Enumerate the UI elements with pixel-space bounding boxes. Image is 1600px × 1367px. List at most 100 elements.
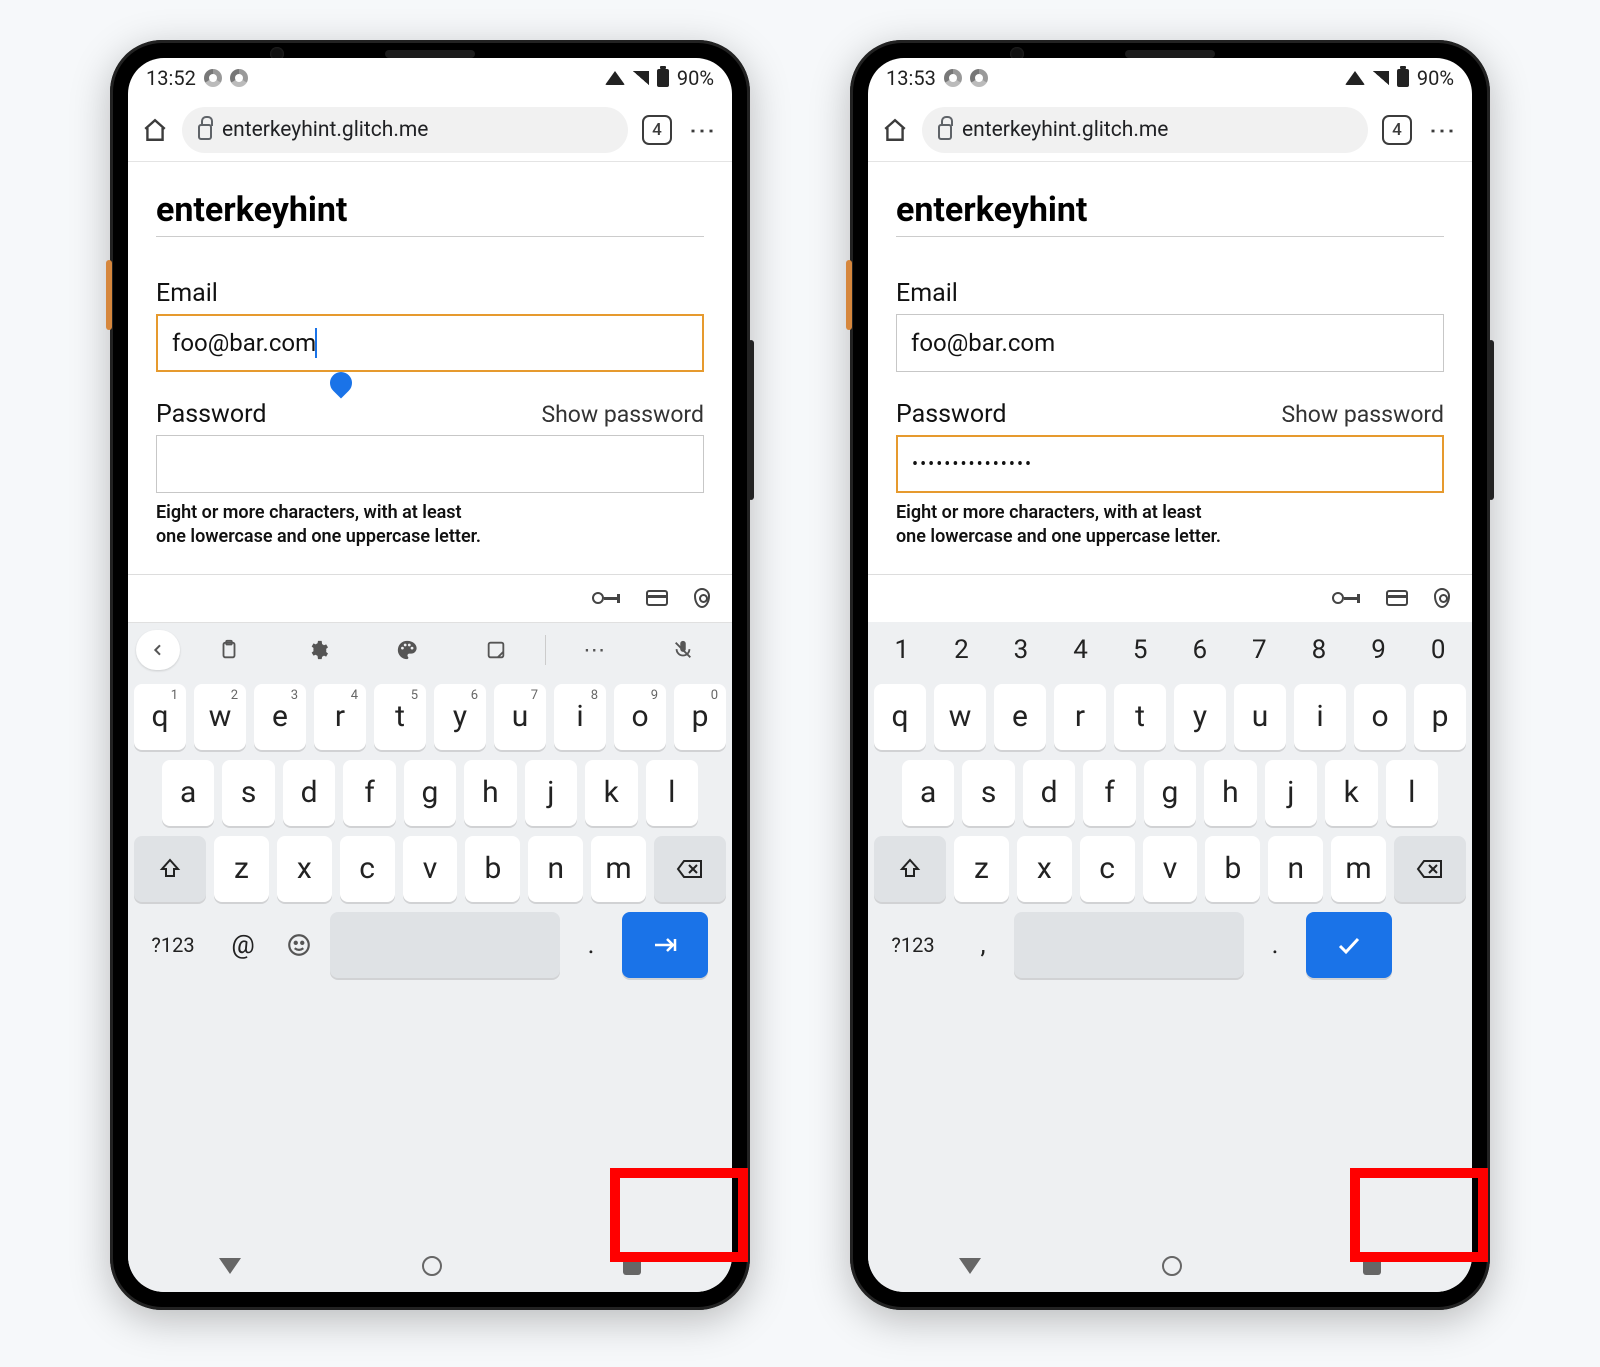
email-input[interactable]: foo@bar.com bbox=[156, 314, 704, 372]
gear-icon[interactable] bbox=[277, 639, 358, 661]
nav-home-icon[interactable] bbox=[422, 1256, 442, 1276]
key-q[interactable]: q bbox=[874, 684, 926, 750]
comma-key[interactable]: , bbox=[958, 912, 1008, 978]
key-l[interactable]: l bbox=[1386, 760, 1438, 826]
password-input[interactable] bbox=[156, 435, 704, 493]
clipboard-icon[interactable] bbox=[188, 639, 269, 661]
key-a[interactable]: a bbox=[162, 760, 214, 826]
key-a[interactable]: a bbox=[902, 760, 954, 826]
numkey-2[interactable]: 2 bbox=[932, 635, 992, 665]
key-n[interactable]: n bbox=[1268, 836, 1323, 902]
key-p[interactable]: p bbox=[1414, 684, 1466, 750]
numkey-3[interactable]: 3 bbox=[991, 635, 1051, 665]
period-key[interactable]: . bbox=[566, 912, 616, 978]
backspace-key[interactable] bbox=[1394, 836, 1466, 902]
key-e[interactable]: e bbox=[994, 684, 1046, 750]
email-input[interactable]: foo@bar.com bbox=[896, 314, 1444, 372]
key-o[interactable]: o bbox=[1354, 684, 1406, 750]
key-x[interactable]: x bbox=[277, 836, 332, 902]
palette-icon[interactable] bbox=[366, 639, 447, 661]
mic-off-icon[interactable] bbox=[643, 639, 724, 661]
at-key[interactable]: @ bbox=[218, 912, 268, 978]
numkey-5[interactable]: 5 bbox=[1110, 635, 1170, 665]
key-y[interactable]: y6 bbox=[434, 684, 486, 750]
password-key-icon[interactable] bbox=[1332, 592, 1360, 604]
key-p[interactable]: p0 bbox=[674, 684, 726, 750]
key-z[interactable]: z bbox=[214, 836, 269, 902]
numkey-1[interactable]: 1 bbox=[872, 635, 932, 665]
numkey-6[interactable]: 6 bbox=[1170, 635, 1230, 665]
numkey-9[interactable]: 9 bbox=[1349, 635, 1409, 665]
key-z[interactable]: z bbox=[954, 836, 1009, 902]
key-t[interactable]: t bbox=[1114, 684, 1166, 750]
key-d[interactable]: d bbox=[1023, 760, 1075, 826]
key-i[interactable]: i bbox=[1294, 684, 1346, 750]
nav-recent-icon[interactable] bbox=[1363, 1257, 1381, 1275]
key-k[interactable]: k bbox=[585, 760, 637, 826]
key-o[interactable]: o9 bbox=[614, 684, 666, 750]
location-pin-icon[interactable] bbox=[694, 588, 710, 608]
key-v[interactable]: v bbox=[403, 836, 458, 902]
emoji-key[interactable] bbox=[274, 912, 324, 978]
numkey-8[interactable]: 8 bbox=[1289, 635, 1349, 665]
nav-recent-icon[interactable] bbox=[623, 1257, 641, 1275]
key-f[interactable]: f bbox=[1083, 760, 1135, 826]
key-g[interactable]: g bbox=[1144, 760, 1196, 826]
key-s[interactable]: s bbox=[962, 760, 1014, 826]
enter-key-done[interactable] bbox=[1306, 912, 1392, 978]
numkey-0[interactable]: 0 bbox=[1408, 635, 1468, 665]
symbols-key[interactable]: ?123 bbox=[874, 912, 952, 978]
numkey-4[interactable]: 4 bbox=[1051, 635, 1111, 665]
key-c[interactable]: c bbox=[1080, 836, 1135, 902]
key-w[interactable]: w bbox=[934, 684, 986, 750]
key-k[interactable]: k bbox=[1325, 760, 1377, 826]
nav-back-icon[interactable] bbox=[959, 1258, 981, 1274]
payment-card-icon[interactable] bbox=[646, 590, 668, 606]
key-h[interactable]: h bbox=[1204, 760, 1256, 826]
shift-key[interactable] bbox=[134, 836, 206, 902]
backspace-key[interactable] bbox=[654, 836, 726, 902]
password-input[interactable]: ••••••••••••••• bbox=[896, 435, 1444, 493]
key-s[interactable]: s bbox=[222, 760, 274, 826]
key-r[interactable]: r4 bbox=[314, 684, 366, 750]
key-u[interactable]: u bbox=[1234, 684, 1286, 750]
key-t[interactable]: t5 bbox=[374, 684, 426, 750]
address-bar[interactable]: enterkeyhint.glitch.me bbox=[922, 107, 1368, 153]
key-r[interactable]: r bbox=[1054, 684, 1106, 750]
key-m[interactable]: m bbox=[1331, 836, 1386, 902]
key-j[interactable]: j bbox=[525, 760, 577, 826]
symbols-key[interactable]: ?123 bbox=[134, 912, 212, 978]
home-icon[interactable] bbox=[142, 117, 168, 143]
address-bar[interactable]: enterkeyhint.glitch.me bbox=[182, 107, 628, 153]
payment-card-icon[interactable] bbox=[1386, 590, 1408, 606]
period-key[interactable]: . bbox=[1250, 912, 1300, 978]
password-key-icon[interactable] bbox=[592, 592, 620, 604]
key-d[interactable]: d bbox=[283, 760, 335, 826]
nav-home-icon[interactable] bbox=[1162, 1256, 1182, 1276]
numkey-7[interactable]: 7 bbox=[1230, 635, 1290, 665]
key-n[interactable]: n bbox=[528, 836, 583, 902]
key-f[interactable]: f bbox=[343, 760, 395, 826]
key-w[interactable]: w2 bbox=[194, 684, 246, 750]
key-u[interactable]: u7 bbox=[494, 684, 546, 750]
space-key[interactable] bbox=[330, 912, 560, 978]
nav-back-icon[interactable] bbox=[219, 1258, 241, 1274]
tab-switcher[interactable]: 4 bbox=[1382, 115, 1412, 145]
show-password-toggle[interactable]: Show password bbox=[1281, 401, 1444, 428]
key-y[interactable]: y bbox=[1174, 684, 1226, 750]
sticker-icon[interactable] bbox=[456, 639, 537, 661]
more-menu-icon[interactable]: ⋮ bbox=[687, 114, 717, 146]
key-l[interactable]: l bbox=[646, 760, 698, 826]
key-c[interactable]: c bbox=[340, 836, 395, 902]
enter-key-next[interactable] bbox=[622, 912, 708, 978]
chevron-left-icon[interactable] bbox=[136, 630, 180, 670]
key-v[interactable]: v bbox=[1143, 836, 1198, 902]
shift-key[interactable] bbox=[874, 836, 946, 902]
tab-switcher[interactable]: 4 bbox=[642, 115, 672, 145]
key-h[interactable]: h bbox=[464, 760, 516, 826]
key-i[interactable]: i8 bbox=[554, 684, 606, 750]
show-password-toggle[interactable]: Show password bbox=[541, 401, 704, 428]
key-b[interactable]: b bbox=[1205, 836, 1260, 902]
key-q[interactable]: q1 bbox=[134, 684, 186, 750]
key-m[interactable]: m bbox=[591, 836, 646, 902]
